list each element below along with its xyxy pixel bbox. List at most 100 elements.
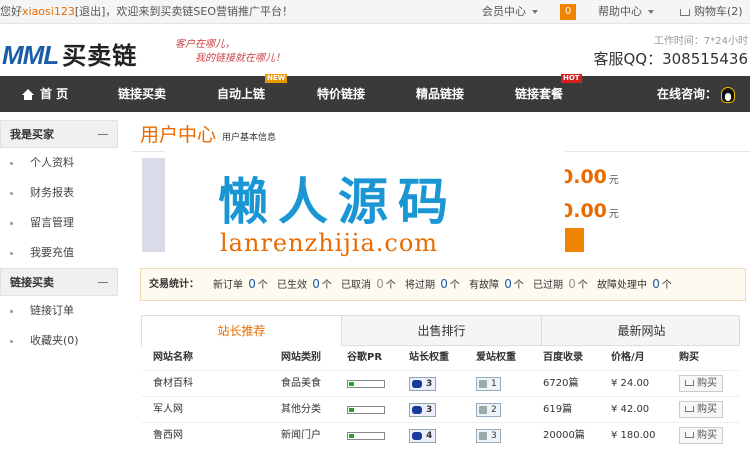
nav-label: 链接套餐 [515,87,564,101]
slogan-line-1: 客户在哪儿， [175,39,235,50]
nav-item-premium-links[interactable]: 精品链接 [416,76,464,112]
sites-table: 网站名称 网站类别 谷歌PR 站长权重 爱站权重 百度收录 价格/月 购买 食材… [141,346,740,448]
greeting-text: 您好 [0,5,22,18]
stat-label: 有故障 [469,280,499,291]
nav-item-link-trade[interactable]: 链接买卖 [118,76,166,112]
buy-button[interactable]: 购买 [679,375,723,392]
stat-label: 已取消 [341,280,371,291]
nav-item-home[interactable]: 首 页 [22,76,68,112]
nav-item-special-links[interactable]: 特价链接 [317,76,365,112]
sidebar-item-label: 留言管理 [30,216,74,229]
site-price: ¥ 42.00 [611,404,650,415]
sidebar-item-favorites[interactable]: 收藏夹(0) [0,326,118,356]
top-bar: 您好xiaosi123[退出]，欢迎来到买卖链SEO营销推广平台！ 会员中心 0… [0,0,750,24]
tab-recommended[interactable]: 站长推荐 [142,316,342,346]
cart-icon [680,8,690,16]
stat-expiring[interactable]: 将过期 0个 [405,269,460,301]
tab-new-sites[interactable]: 最新网站 [542,316,741,346]
trade-stats: 交易统计： 新订单 0个 已生效 0个 已取消 0个 将过期 0个 有故障 0个… [140,268,746,301]
stat-unit: 个 [577,280,588,291]
stat-label: 将过期 [405,280,435,291]
sidebar-item-finance[interactable]: 财务报表 [0,178,118,208]
stat-count: 0 [376,277,384,291]
table-row: 军人网 其他分类 3 2 619篇 ¥ 42.00 购买 [141,396,740,422]
online-consult[interactable]: 在线咨询： [657,76,736,112]
collapse-icon [98,134,108,135]
site-name[interactable]: 军人网 [153,397,183,423]
notification-count-badge[interactable]: 0 [560,4,576,20]
welcome-text: ，欢迎来到买卖链SEO营销推广平台！ [105,5,294,18]
buy-button[interactable]: 购买 [679,401,723,418]
stat-count: 0 [312,277,320,291]
stat-unit: 个 [449,280,460,291]
greeting: 您好xiaosi123[退出]，欢迎来到买卖链SEO营销推广平台！ [0,0,293,24]
col-baidu-weight: 站长权重 [409,352,449,363]
stat-faulty[interactable]: 有故障 0个 [469,269,524,301]
group-title: 我是买家 [10,128,54,141]
col-indexed: 百度收录 [543,352,583,363]
currency-unit: 元 [608,209,619,220]
sidebar-item-label: 财务报表 [30,186,74,199]
site-price: ¥ 180.00 [611,430,656,441]
username-link[interactable]: xiaosi123 [22,5,75,18]
sidebar-item-messages[interactable]: 留言管理 [0,208,118,238]
member-center-label: 会员中心 [482,5,526,18]
site-tabs: 站长推荐 出售排行 最新网站 [141,315,740,346]
nav-item-link-packages[interactable]: 链接套餐 HOT [515,74,582,112]
sidebar-item-recharge[interactable]: 我要充值 [0,238,118,268]
aizhan-weight-icon: 1 [476,377,501,391]
help-center-menu[interactable]: 帮助中心 [598,0,654,24]
nav-item-auto-link[interactable]: 自动上链 NEW [217,74,288,112]
cart-link[interactable]: 购物车(2) [680,0,743,24]
sidebar-item-label: 链接订单 [30,304,74,317]
site-name[interactable]: 食材百科 [153,371,193,397]
aizhan-weight-icon: 2 [476,403,501,417]
col-buy: 购买 [679,352,699,363]
stat-fault-processing[interactable]: 故障处理中 0个 [597,269,672,301]
table-header: 网站名称 网站类别 谷歌PR 站长权重 爱站权重 百度收录 价格/月 购买 [141,346,740,370]
baidu-paw-icon: 4 [409,429,437,443]
sidebar-group-link-trade[interactable]: 链接买卖 [0,268,118,296]
cart-label: 购物车(2) [694,5,743,18]
pagerank-bar [347,406,385,414]
stat-count: 0 [652,277,660,291]
tab-sales-rank[interactable]: 出售排行 [342,316,542,346]
col-category: 网站类别 [281,352,321,363]
chevron-down-icon [532,10,538,14]
indexed-count: 619篇 [543,404,573,415]
table-row: 食材百科 食品美食 3 1 6720篇 ¥ 24.00 购买 [141,370,740,396]
new-badge: NEW [265,74,288,83]
stat-unit: 个 [513,280,524,291]
stat-cancelled[interactable]: 已取消 0个 [341,269,396,301]
buy-button[interactable]: 购买 [679,427,723,444]
member-center-menu[interactable]: 会员中心 [482,0,538,24]
col-price: 价格/月 [611,352,645,363]
aizhan-weight-icon: 3 [476,429,501,443]
stat-expired[interactable]: 已过期 0个 [533,269,588,301]
stat-unit: 个 [661,280,672,291]
work-hours: 工作时间：7*24小时 [653,36,748,47]
cart-icon [685,406,694,412]
site-category: 食品美食 [281,378,321,389]
stat-active[interactable]: 已生效 0个 [277,269,332,301]
sidebar-item-profile[interactable]: 个人资料 [0,148,118,178]
sidebar-group-buyer[interactable]: 我是买家 [0,120,118,148]
logout-link[interactable]: [退出] [75,5,106,18]
qq-penguin-icon [721,86,736,103]
balance-amount: 0.00 [560,166,607,188]
sidebar-item-label: 收藏夹(0) [30,334,79,347]
logo-cn: 买卖链 [62,43,138,70]
site-name[interactable]: 鲁西网 [153,423,183,449]
site-logo[interactable]: MML 买卖链 [2,36,137,71]
indexed-count: 6720篇 [543,378,579,389]
nav-label: 自动上链 [217,87,266,101]
group-title: 链接买卖 [10,276,54,289]
stat-new-orders[interactable]: 新订单 0个 [213,269,268,301]
stat-label: 已过期 [533,280,563,291]
sidebar-item-orders[interactable]: 链接订单 [0,296,118,326]
site-price: ¥ 24.00 [611,378,650,389]
stats-label: 交易统计： [149,279,199,290]
col-aizhan-weight: 爱站权重 [476,352,516,363]
pagerank-bar [347,380,385,388]
table-row: 鲁西网 新闻门户 4 3 20000篇 ¥ 180.00 购买 [141,422,740,448]
